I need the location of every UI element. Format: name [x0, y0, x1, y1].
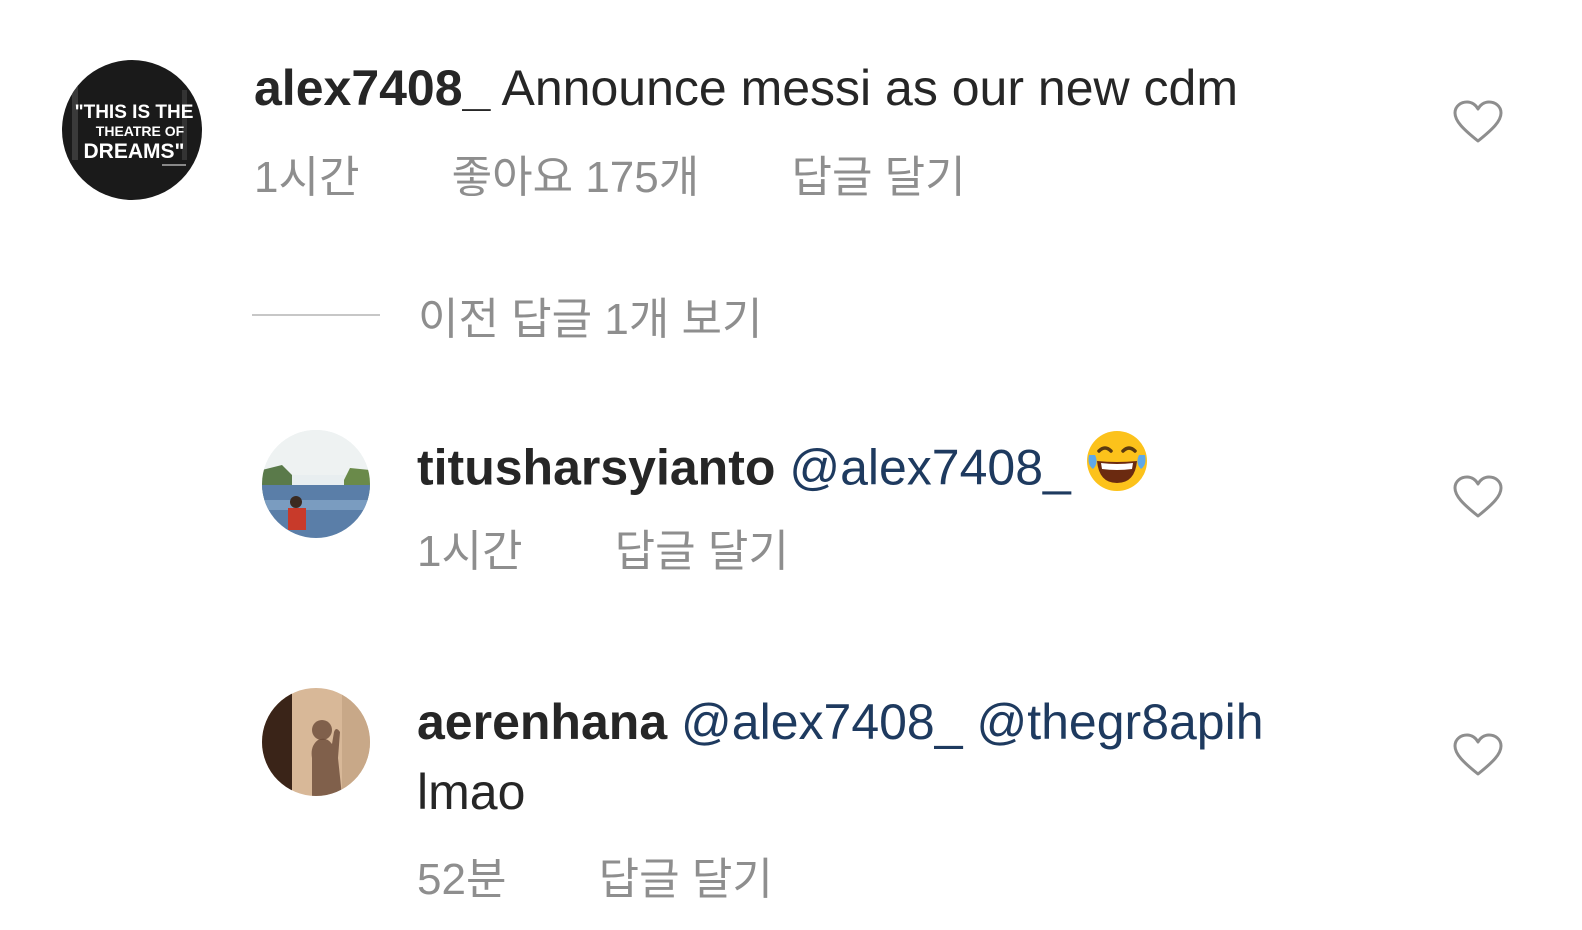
comment-username[interactable]: alex7408_: [254, 60, 490, 116]
comment-meta: 1시간 좋아요 175개 답글 달기: [254, 153, 966, 203]
reply-text-line: aerenhana @alex7408_ @thegr8apih: [417, 692, 1264, 752]
svg-text:DREAMS": DREAMS": [84, 140, 185, 163]
avatar[interactable]: [262, 688, 370, 796]
reply-username[interactable]: aerenhana: [417, 694, 667, 750]
heart-icon[interactable]: [1453, 100, 1503, 144]
avatar-image: [262, 430, 370, 538]
reply-text-line: lmao: [417, 762, 525, 822]
comment-text-line: alex7408_ Announce messi as our new cdm: [254, 58, 1238, 118]
comment-text: Announce messi as our new cdm: [501, 60, 1238, 116]
reply-meta: 52분 답글 달기: [417, 855, 773, 905]
reply-mention[interactable]: @alex7408_: [681, 694, 963, 750]
reply-button[interactable]: 답글 달기: [615, 527, 789, 577]
reply-mention[interactable]: @alex7408_: [789, 440, 1071, 496]
reply-text: lmao: [417, 764, 526, 820]
reply-button[interactable]: 답글 달기: [791, 153, 965, 203]
reply-time: 52분: [417, 855, 507, 904]
svg-text:"THIS IS THE: "THIS IS THE: [75, 102, 194, 123]
avatar-image: [262, 688, 370, 796]
svg-text:THEATRE OF: THEATRE OF: [96, 123, 185, 139]
heart-icon[interactable]: [1453, 733, 1503, 777]
comment-likes[interactable]: 좋아요 175개: [452, 153, 700, 203]
view-previous-replies-button[interactable]: 이전 답글 1개 보기: [252, 290, 763, 344]
view-previous-replies-label: 이전 답글 1개 보기: [418, 295, 763, 344]
reply-username[interactable]: titusharsyianto: [417, 440, 775, 496]
face-with-tears-of-joy-icon: [1085, 429, 1149, 506]
avatar-image: "THIS IS THE THEATRE OF DREAMS": [62, 60, 202, 200]
reply-mention[interactable]: @thegr8apih: [976, 694, 1263, 750]
avatar[interactable]: [262, 430, 370, 538]
reply-time: 1시간: [417, 527, 523, 576]
reply-text-line: titusharsyianto @alex7408_: [417, 431, 1149, 510]
comment-time: 1시간: [254, 153, 360, 202]
divider-line: [252, 314, 380, 316]
reply-button[interactable]: 답글 달기: [599, 855, 773, 905]
avatar[interactable]: "THIS IS THE THEATRE OF DREAMS": [62, 60, 202, 200]
reply-meta: 1시간 답글 달기: [417, 527, 789, 577]
heart-icon[interactable]: [1453, 475, 1503, 519]
